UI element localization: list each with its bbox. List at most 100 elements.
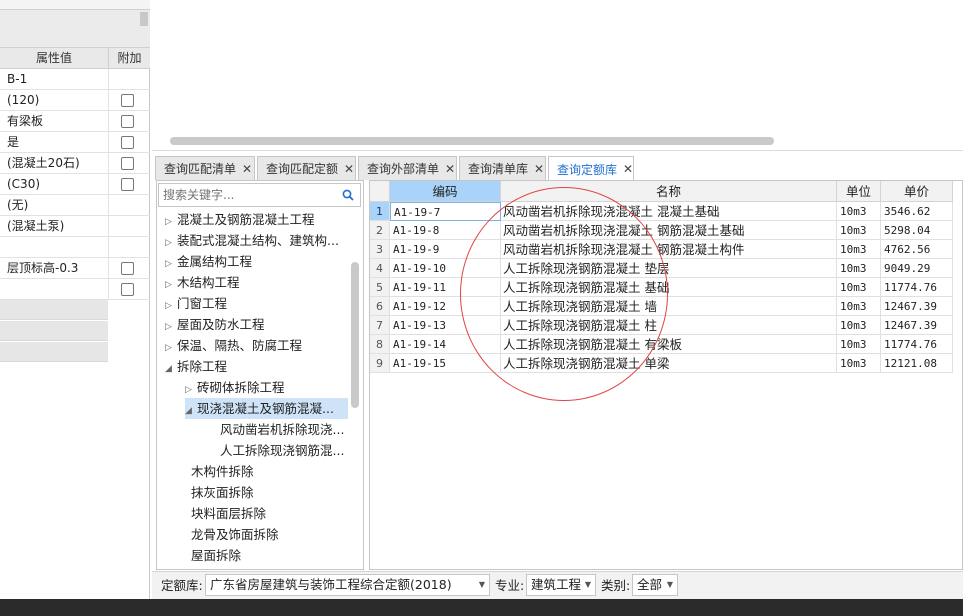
cell-price[interactable]: 12121.08: [881, 354, 953, 373]
cell-code[interactable]: A1-19-15: [390, 354, 501, 373]
cell-name[interactable]: 风动凿岩机拆除现浇混凝土 钢筋混凝土构件: [501, 240, 837, 259]
cell-unit[interactable]: 10m3: [837, 240, 881, 259]
attach-checkbox[interactable]: [121, 262, 134, 275]
property-row[interactable]: (混凝土泵): [0, 216, 150, 237]
tree-item[interactable]: 屋面拆除: [191, 545, 241, 566]
cell-name[interactable]: 人工拆除现浇钢筋混凝土 墙: [501, 297, 837, 316]
tree-item[interactable]: ▷ 保温、隔热、防腐工程: [165, 335, 302, 356]
cell-code[interactable]: A1-19-10: [390, 259, 501, 278]
tree-item[interactable]: 块料面层拆除: [191, 503, 266, 524]
close-icon[interactable]: ✕: [623, 162, 633, 176]
cell-name[interactable]: 人工拆除现浇钢筋混凝土 单梁: [501, 354, 837, 373]
row-index[interactable]: 9: [370, 354, 390, 373]
tab-query-3[interactable]: 查询外部清单 ✕: [358, 156, 457, 180]
tree-item[interactable]: 木构件拆除: [191, 461, 254, 482]
cell-unit[interactable]: 10m3: [837, 297, 881, 316]
property-row[interactable]: 有梁板: [0, 111, 150, 132]
search-input[interactable]: [163, 186, 338, 204]
tree-item[interactable]: ▷ 装配式混凝土结构、建筑构...: [165, 230, 339, 251]
header-code[interactable]: 编码: [390, 181, 501, 202]
cell-price[interactable]: 3546.62: [881, 202, 953, 221]
cell-code[interactable]: A1-19-13: [390, 316, 501, 335]
cell-unit[interactable]: 10m3: [837, 221, 881, 240]
attach-checkbox[interactable]: [121, 94, 134, 107]
cell-name[interactable]: 风动凿岩机拆除现浇混凝土 混凝土基础: [501, 202, 837, 221]
cell-code[interactable]: A1-19-7: [390, 202, 501, 221]
tree-item[interactable]: ▷ 砖砌体拆除工程: [185, 377, 285, 398]
header-unit[interactable]: 单位: [837, 181, 881, 202]
attach-checkbox[interactable]: [121, 136, 134, 149]
cell-unit[interactable]: 10m3: [837, 354, 881, 373]
tree-item[interactable]: ▷ 金属结构工程: [165, 251, 252, 272]
close-icon[interactable]: ✕: [445, 162, 455, 176]
row-index[interactable]: 6: [370, 297, 390, 316]
attach-checkbox[interactable]: [121, 178, 134, 191]
cell-name[interactable]: 人工拆除现浇钢筋混凝土 有梁板: [501, 335, 837, 354]
tree-item[interactable]: 人工拆除现浇钢筋混...: [220, 440, 344, 461]
row-index[interactable]: 5: [370, 278, 390, 297]
tab-query-2[interactable]: 查询匹配定额 ✕: [257, 156, 356, 180]
cell-unit[interactable]: 10m3: [837, 335, 881, 354]
attach-checkbox[interactable]: [121, 283, 134, 296]
cell-unit[interactable]: 10m3: [837, 202, 881, 221]
quota-library-select[interactable]: 广东省房屋建筑与装饰工程综合定额(2018) ▼: [205, 574, 490, 596]
horizontal-scrollbar[interactable]: [170, 137, 774, 145]
cell-name[interactable]: 人工拆除现浇钢筋混凝土 垫层: [501, 259, 837, 278]
tab-query-1[interactable]: 查询匹配清单 ✕: [155, 156, 255, 180]
tree-item[interactable]: ▷ 混凝土及钢筋混凝土工程: [165, 209, 315, 230]
row-index[interactable]: 1: [370, 202, 390, 221]
tree-item[interactable]: ◢ 拆除工程: [165, 356, 227, 377]
row-index[interactable]: 2: [370, 221, 390, 240]
cell-code[interactable]: A1-19-8: [390, 221, 501, 240]
header-price[interactable]: 单价: [881, 181, 953, 202]
property-row[interactable]: (C30): [0, 174, 150, 195]
close-icon[interactable]: ✕: [534, 162, 544, 176]
tree-item[interactable]: 风动凿岩机拆除现浇...: [220, 419, 344, 440]
tree-item[interactable]: ◢ 现浇混凝土及钢筋混凝...: [185, 398, 348, 419]
tab-query-4[interactable]: 查询清单库 ✕: [459, 156, 546, 180]
tree-item[interactable]: 抹灰面拆除: [191, 482, 254, 503]
property-row[interactable]: 是: [0, 132, 150, 153]
collapse-arrow-icon[interactable]: ◢: [165, 359, 177, 380]
close-icon[interactable]: ✕: [242, 162, 252, 176]
search-icon[interactable]: [342, 189, 354, 201]
property-row[interactable]: 层顶标高-0.3: [0, 258, 150, 279]
cell-code[interactable]: A1-19-11: [390, 278, 501, 297]
row-index[interactable]: 3: [370, 240, 390, 259]
cell-price[interactable]: 12467.39: [881, 316, 953, 335]
cell-price[interactable]: 11774.76: [881, 278, 953, 297]
property-scrollbar[interactable]: [140, 12, 148, 26]
property-row[interactable]: [0, 279, 150, 300]
tab-query-5[interactable]: 查询定额库 ✕: [548, 156, 634, 181]
tree-item[interactable]: ▷ 木结构工程: [165, 272, 240, 293]
cell-code[interactable]: A1-19-9: [390, 240, 501, 259]
cell-price[interactable]: 9049.29: [881, 259, 953, 278]
specialty-select[interactable]: 建筑工程 ▼: [526, 574, 596, 596]
tree-item[interactable]: ▷ 门窗工程: [165, 293, 227, 314]
row-index[interactable]: 7: [370, 316, 390, 335]
property-row[interactable]: (混凝土20石): [0, 153, 150, 174]
tree-item[interactable]: ▷ 屋面及防水工程: [165, 314, 265, 335]
property-row[interactable]: [0, 237, 150, 258]
tree-item[interactable]: 龙骨及饰面拆除: [191, 524, 279, 545]
row-index[interactable]: 4: [370, 259, 390, 278]
header-name[interactable]: 名称: [501, 181, 837, 202]
attach-checkbox[interactable]: [121, 157, 134, 170]
cell-price[interactable]: 11774.76: [881, 335, 953, 354]
close-icon[interactable]: ✕: [344, 162, 354, 176]
cell-code[interactable]: A1-19-14: [390, 335, 501, 354]
attach-checkbox[interactable]: [121, 115, 134, 128]
collapse-arrow-icon[interactable]: ◢: [185, 401, 197, 422]
property-row[interactable]: B-1: [0, 69, 150, 90]
cell-price[interactable]: 5298.04: [881, 221, 953, 240]
property-row[interactable]: (120): [0, 90, 150, 111]
cell-code[interactable]: A1-19-12: [390, 297, 501, 316]
cell-name[interactable]: 人工拆除现浇钢筋混凝土 基础: [501, 278, 837, 297]
row-index[interactable]: 8: [370, 335, 390, 354]
cell-name[interactable]: 风动凿岩机拆除现浇混凝土 钢筋混凝土基础: [501, 221, 837, 240]
cell-unit[interactable]: 10m3: [837, 259, 881, 278]
category-select[interactable]: 全部 ▼: [632, 574, 678, 596]
cell-unit[interactable]: 10m3: [837, 316, 881, 335]
cell-name[interactable]: 人工拆除现浇钢筋混凝土 柱: [501, 316, 837, 335]
tree-scrollbar[interactable]: [351, 262, 359, 408]
